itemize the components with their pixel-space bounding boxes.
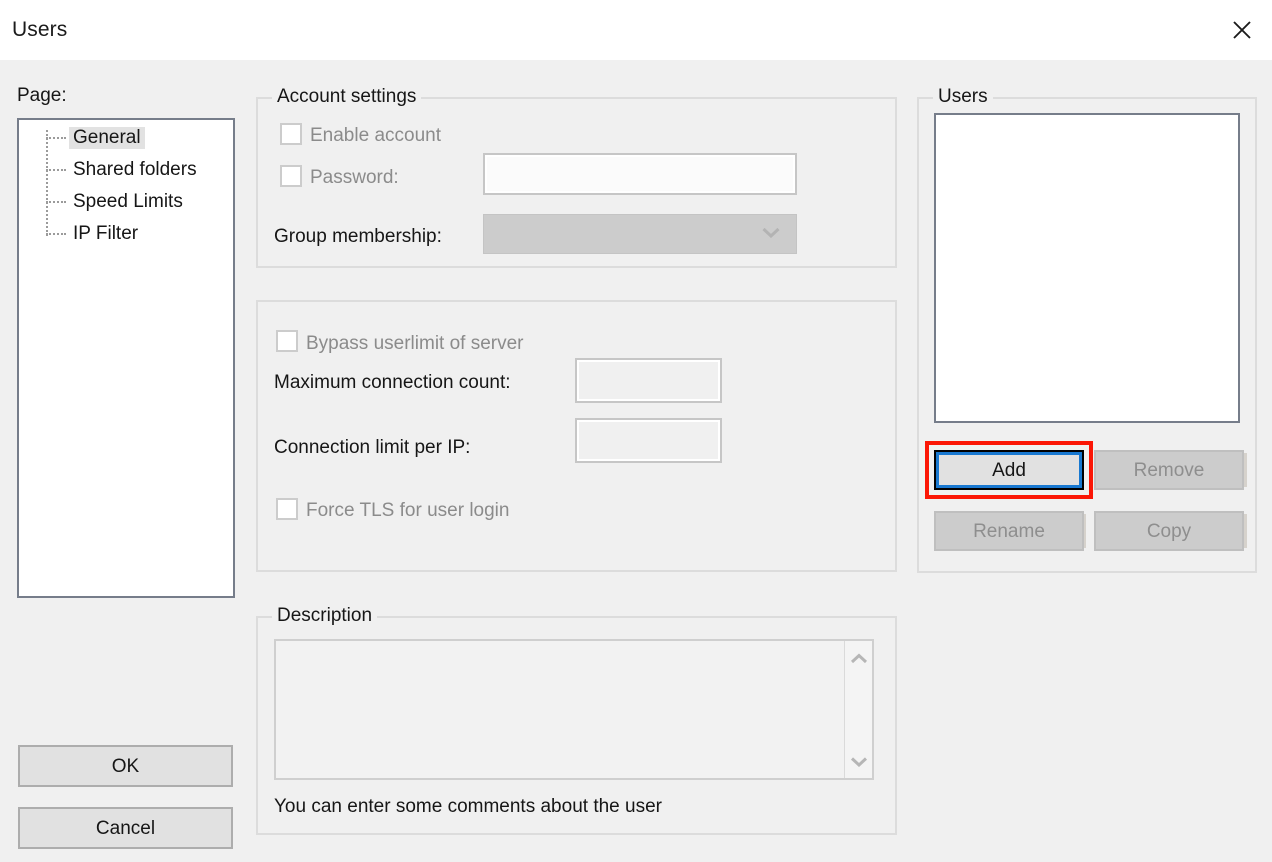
- max-connection-count-field[interactable]: [575, 358, 722, 403]
- group-membership-dropdown[interactable]: [483, 214, 797, 254]
- title-bar: Users: [0, 0, 1272, 60]
- bypass-userlimit-checkbox[interactable]: [276, 330, 298, 352]
- sidebar-item-ip-filter[interactable]: IP Filter: [46, 222, 142, 246]
- tree-branch-icon: [46, 201, 66, 203]
- max-connection-count-label: Maximum connection count:: [274, 372, 511, 393]
- chevron-down-icon: [762, 225, 780, 243]
- group-membership-label: Group membership:: [274, 226, 442, 247]
- window-title: Users: [12, 18, 68, 41]
- sidebar-item-speed-limits[interactable]: Speed Limits: [46, 190, 187, 214]
- sidebar-item-label: General: [69, 127, 145, 149]
- page-tree[interactable]: General Shared folders Speed Limits IP F…: [17, 118, 235, 598]
- remove-user-button[interactable]: Remove: [1094, 450, 1244, 490]
- force-tls-label: Force TLS for user login: [306, 500, 510, 521]
- tree-branch-icon: [46, 137, 66, 139]
- sidebar-item-label: IP Filter: [73, 223, 139, 244]
- tree-branch-icon: [46, 169, 66, 171]
- users-listbox[interactable]: [934, 113, 1240, 423]
- page-label: Page:: [17, 85, 67, 106]
- close-icon[interactable]: [1212, 0, 1272, 59]
- password-checkbox[interactable]: [280, 165, 302, 187]
- cancel-button[interactable]: Cancel: [18, 807, 233, 849]
- sidebar-item-general[interactable]: General: [46, 126, 145, 150]
- connection-limit-per-ip-field[interactable]: [575, 418, 722, 463]
- connection-limit-per-ip-label: Connection limit per IP:: [274, 437, 471, 458]
- rename-user-button[interactable]: Rename: [934, 511, 1084, 551]
- users-group-title: Users: [933, 87, 993, 106]
- password-field[interactable]: [483, 153, 797, 195]
- users-dialog: Users Page: General Shared folders Speed…: [0, 0, 1272, 862]
- add-user-button[interactable]: Add: [934, 450, 1084, 490]
- sidebar-item-label: Speed Limits: [73, 191, 183, 212]
- password-label: Password:: [310, 167, 399, 188]
- copy-user-button[interactable]: Copy: [1094, 511, 1244, 551]
- description-textarea-wrapper: [274, 639, 874, 780]
- chevron-down-icon[interactable]: [845, 748, 873, 774]
- account-settings-title: Account settings: [272, 87, 422, 106]
- bypass-userlimit-label: Bypass userlimit of server: [306, 333, 524, 354]
- enable-account-label: Enable account: [310, 125, 441, 146]
- description-hint: You can enter some comments about the us…: [274, 796, 662, 817]
- description-scrollbar[interactable]: [844, 641, 872, 778]
- force-tls-checkbox[interactable]: [276, 498, 298, 520]
- description-textarea[interactable]: [276, 641, 844, 778]
- description-title: Description: [272, 606, 378, 625]
- enable-account-checkbox[interactable]: [280, 123, 302, 145]
- chevron-up-icon[interactable]: [845, 645, 873, 671]
- ok-button[interactable]: OK: [18, 745, 233, 787]
- sidebar-item-label: Shared folders: [73, 159, 197, 180]
- sidebar-item-shared-folders[interactable]: Shared folders: [46, 158, 201, 182]
- tree-branch-icon: [46, 233, 66, 235]
